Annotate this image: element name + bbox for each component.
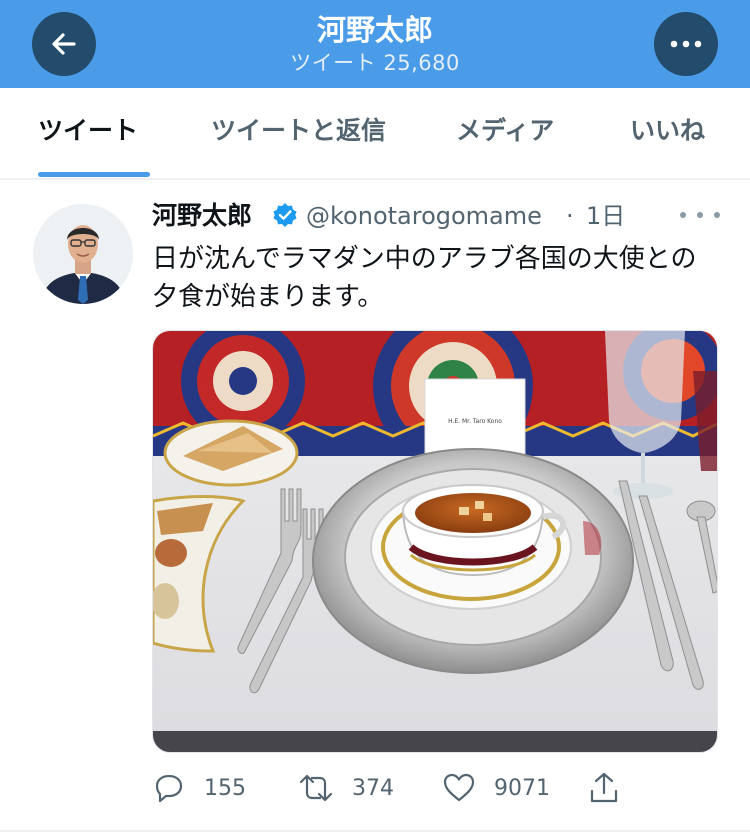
- more-horizontal-icon: [670, 40, 702, 48]
- like-button[interactable]: 9071: [442, 770, 550, 806]
- share-icon: [590, 772, 618, 803]
- dinner-table-photo: H.E. Mr. Taro Kono: [153, 331, 717, 752]
- header-tweet-count: ツイート 25,680: [290, 51, 460, 75]
- profile-tabs: ツイート ツイートと返信 メディア いいね: [0, 88, 750, 178]
- tab-media[interactable]: メディア: [456, 115, 554, 147]
- tab-likes[interactable]: いいね: [630, 115, 705, 147]
- reply-count: 155: [204, 775, 246, 801]
- tweet-photo[interactable]: H.E. Mr. Taro Kono: [152, 330, 718, 753]
- place-card-text: H.E. Mr. Taro Kono: [448, 418, 502, 425]
- like-count: 9071: [494, 775, 550, 801]
- retweet-icon: [299, 774, 333, 802]
- meta-separator: ·: [566, 202, 574, 230]
- more-dot-icon: [697, 212, 703, 218]
- tab-tweets-and-replies[interactable]: ツイートと返信: [211, 115, 386, 147]
- tweet-more-button[interactable]: [680, 205, 720, 225]
- tweet-timestamp[interactable]: 1日: [586, 200, 625, 232]
- more-dot-icon: [714, 212, 720, 218]
- active-tab-indicator: [38, 172, 150, 177]
- verified-badge-icon: [273, 203, 297, 227]
- heart-icon: [443, 773, 475, 802]
- tweet-divider: [0, 830, 750, 832]
- avatar[interactable]: [33, 204, 133, 304]
- retweet-button[interactable]: 374: [298, 770, 394, 806]
- author-name[interactable]: 河野太郎: [152, 200, 252, 232]
- profile-header: 河野太郎 ツイート 25,680: [0, 0, 750, 88]
- reply-button[interactable]: 155: [152, 770, 246, 806]
- more-dot-icon: [680, 212, 686, 218]
- author-handle[interactable]: @konotarogomame: [306, 200, 542, 232]
- header-title: 河野太郎: [316, 13, 433, 47]
- tabs-divider: [0, 178, 750, 180]
- tab-tweets[interactable]: ツイート: [38, 115, 138, 147]
- share-button[interactable]: [588, 770, 620, 806]
- more-button[interactable]: [654, 12, 718, 76]
- tweet-text: 日が沈んでラマダン中のアラブ各国の大使との夕食が始まります。: [152, 244, 697, 312]
- reply-icon: [155, 774, 183, 803]
- retweet-count: 374: [352, 775, 394, 801]
